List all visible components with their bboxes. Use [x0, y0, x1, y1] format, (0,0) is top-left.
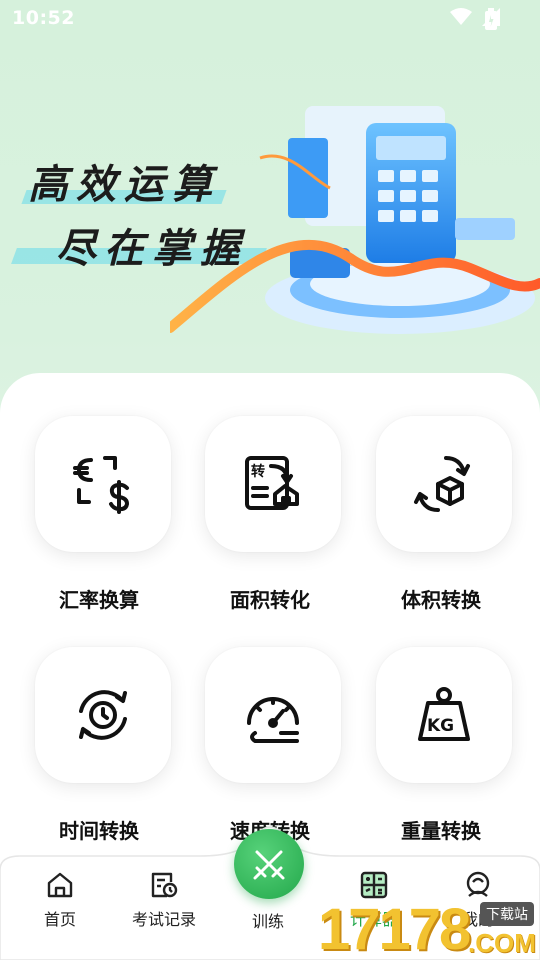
status-time: 10:52 [12, 7, 75, 29]
currency-exchange-tile[interactable] [35, 416, 171, 552]
time-convert-icon [79, 690, 127, 740]
watermark-brand: 17178 [318, 897, 471, 962]
nav-training-button[interactable] [234, 829, 304, 899]
battery-icon [485, 8, 497, 30]
tile-label: 体积转换 [401, 588, 481, 612]
watermark-tag: 下载站 [480, 902, 534, 926]
tile-label: 汇率换算 [59, 588, 139, 612]
home-icon [47, 872, 73, 898]
weight-convert-icon: KG [418, 687, 470, 741]
tile-label: 面积转化 [230, 588, 310, 612]
speed-convert-tile[interactable] [205, 647, 341, 783]
time-convert-tile[interactable] [35, 647, 171, 783]
nav-home-label: 首页 [43, 910, 76, 929]
volume-convert-icon [414, 456, 470, 512]
area-convert-tile[interactable]: 转 [205, 416, 341, 552]
area-convert-icon: 转 [245, 456, 299, 510]
svg-text:转: 转 [251, 463, 265, 480]
watermark-logo: 17178 .COM 下载站 [318, 900, 540, 960]
nav-exam-records-label: 考试记录 [131, 910, 196, 929]
weight-convert-tile[interactable]: KG [376, 647, 512, 783]
wifi-icon [450, 8, 472, 25]
profile-icon [466, 871, 490, 897]
status-bar: 10:52 [0, 0, 540, 38]
calculator-illustration [170, 106, 540, 334]
nav-training-label: 训练 [251, 912, 284, 931]
volume-convert-tile[interactable] [376, 416, 512, 552]
calculator-icon [360, 871, 388, 899]
watermark-suffix: .COM [468, 928, 536, 958]
svg-text:KG: KG [427, 716, 454, 736]
nav-home[interactable]: 首页 [10, 870, 110, 930]
speed-convert-icon [247, 697, 299, 743]
banner: 高效运算 尽在掌握 [0, 40, 540, 340]
currency-exchange-icon [73, 456, 129, 514]
nav-training-label-wrap: 训练 [218, 908, 318, 932]
nav-exam-records[interactable]: 考试记录 [114, 870, 214, 930]
swords-icon [253, 850, 285, 880]
exam-records-icon [151, 872, 178, 898]
